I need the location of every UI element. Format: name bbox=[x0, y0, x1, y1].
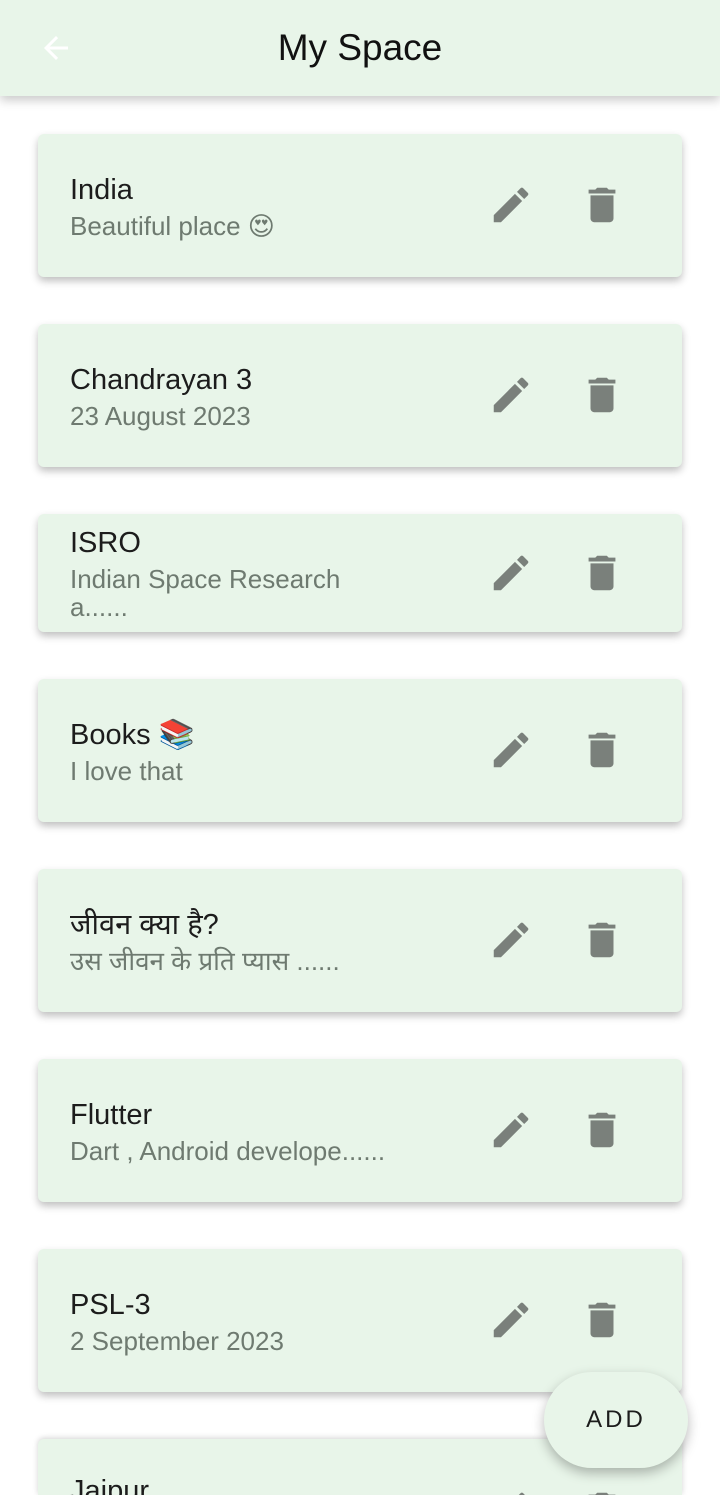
delete-button[interactable] bbox=[577, 1295, 627, 1345]
edit-button[interactable] bbox=[486, 370, 536, 420]
edit-button[interactable] bbox=[486, 915, 536, 965]
note-title: ISRO bbox=[70, 527, 141, 559]
trash-icon bbox=[588, 555, 616, 591]
trash-icon bbox=[588, 1112, 616, 1148]
pencil-icon bbox=[493, 1302, 529, 1338]
pencil-icon bbox=[493, 555, 529, 591]
note-subtitle: Indian Space Research a...... bbox=[70, 564, 341, 622]
note-card[interactable]: Books 📚 I love that bbox=[38, 679, 682, 822]
note-title: Jaipur bbox=[70, 1475, 149, 1495]
note-card[interactable]: ISRO Indian Space Research a...... bbox=[38, 514, 682, 632]
note-title: Chandrayan 3 bbox=[70, 363, 253, 396]
note-title: India bbox=[70, 173, 133, 206]
page-title: My Space bbox=[277, 27, 443, 68]
app-bar: My Space bbox=[0, 0, 720, 96]
note-title: Flutter bbox=[70, 1098, 153, 1131]
note-card[interactable]: जीवन क्या है? उस जीवन के प्रति प्यास ...… bbox=[38, 869, 682, 1012]
edit-button[interactable] bbox=[486, 548, 536, 598]
edit-button[interactable] bbox=[486, 180, 536, 230]
trash-icon bbox=[588, 1492, 616, 1495]
note-subtitle: 2 September 2023 bbox=[70, 1325, 284, 1356]
note-subtitle: उस जीवन के प्रति प्यास ...... bbox=[70, 945, 340, 976]
delete-button[interactable] bbox=[577, 180, 627, 230]
trash-icon bbox=[588, 922, 616, 958]
note-subtitle: I love that bbox=[70, 755, 183, 786]
delete-button[interactable] bbox=[577, 1105, 627, 1155]
edit-button[interactable] bbox=[486, 1485, 536, 1495]
note-subtitle: Beautiful place 😍 bbox=[70, 210, 275, 241]
delete-button[interactable] bbox=[577, 548, 627, 598]
delete-button[interactable] bbox=[577, 725, 627, 775]
edit-button[interactable] bbox=[486, 725, 536, 775]
delete-button[interactable] bbox=[577, 1485, 627, 1495]
trash-icon bbox=[588, 377, 616, 413]
note-subtitle: 23 August 2023 bbox=[70, 400, 251, 431]
edit-button[interactable] bbox=[486, 1295, 536, 1345]
pencil-icon bbox=[493, 922, 529, 958]
note-title: PSL-3 bbox=[70, 1288, 151, 1321]
note-card[interactable]: PSL-3 2 September 2023 bbox=[38, 1249, 682, 1392]
trash-icon bbox=[588, 1302, 616, 1338]
pencil-icon bbox=[493, 1112, 529, 1148]
pencil-icon bbox=[493, 732, 529, 768]
note-title: जीवन क्या है? bbox=[70, 908, 219, 941]
note-card[interactable]: Flutter Dart , Android develope...... bbox=[38, 1059, 682, 1202]
note-card[interactable]: India Beautiful place 😍 bbox=[38, 134, 682, 277]
delete-button[interactable] bbox=[577, 370, 627, 420]
trash-icon bbox=[588, 187, 616, 223]
edit-button[interactable] bbox=[486, 1105, 536, 1155]
pencil-icon bbox=[493, 377, 529, 413]
note-title: Books 📚 bbox=[70, 718, 195, 751]
trash-icon bbox=[588, 732, 616, 768]
add-button[interactable]: ADD bbox=[544, 1372, 688, 1468]
pencil-icon bbox=[493, 187, 529, 223]
pencil-icon bbox=[518, 1492, 525, 1495]
notes-list[interactable]: India Beautiful place 😍 Chandrayan 3 23 … bbox=[0, 0, 720, 1495]
delete-button[interactable] bbox=[577, 915, 627, 965]
note-card[interactable]: Chandrayan 3 23 August 2023 bbox=[38, 324, 682, 467]
note-subtitle: Dart , Android develope...... bbox=[70, 1135, 386, 1166]
